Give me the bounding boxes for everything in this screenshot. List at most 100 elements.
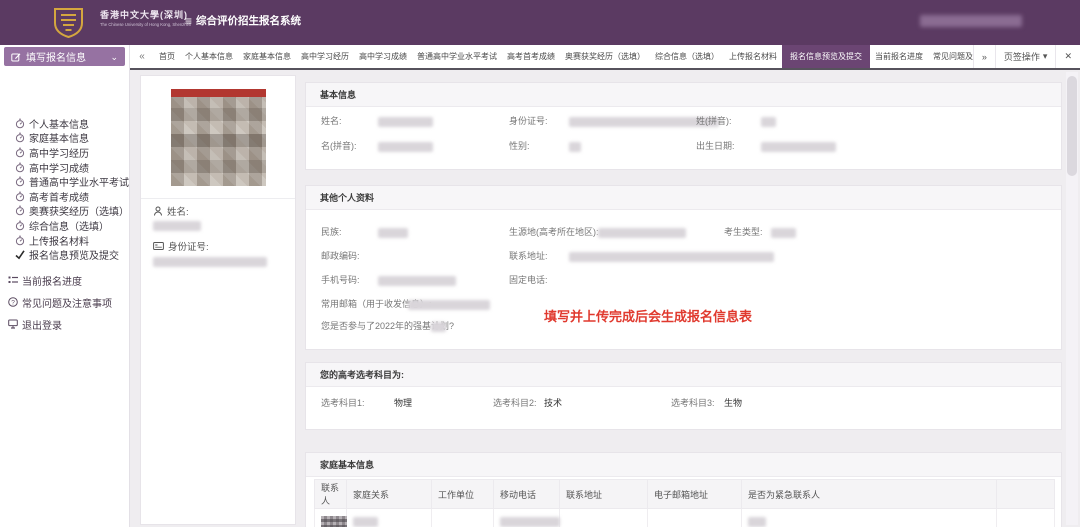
pending-clock-icon: [15, 220, 25, 231]
chevron-down-icon: ⌄: [110, 53, 118, 61]
tab[interactable]: 家庭基本信息: [238, 45, 296, 68]
tabs-scroll-right-icon[interactable]: »: [973, 45, 995, 68]
sidebar-item-label: 高考首考成绩: [29, 189, 89, 204]
question-circle-icon: ?: [8, 297, 18, 307]
field-subject-3: 选考科目3:生物: [671, 397, 715, 409]
sidebar-item[interactable]: 综合信息（选填）: [0, 218, 129, 233]
sidebar-item[interactable]: 个人基本信息: [0, 116, 129, 131]
pending-clock-icon: [15, 162, 25, 173]
sidebar-item[interactable]: 普通高中学业水平考试: [0, 174, 129, 189]
tab[interactable]: 奥赛获奖经历（选填）: [560, 45, 650, 68]
pending-clock-icon: [15, 118, 25, 129]
sidebar-item[interactable]: 上传报名材料: [0, 233, 129, 248]
sidebar-item-progress[interactable]: 当前报名进度: [0, 269, 129, 291]
tab[interactable]: 上传报名材料: [724, 45, 782, 68]
tab-bar-controls: » 页签操作 ▾ ✕: [973, 45, 1080, 68]
field-subject-2: 选考科目2:技术: [493, 397, 537, 409]
sidebar-item[interactable]: 高中学习成绩: [0, 160, 129, 175]
section-title: 其他个人资料: [306, 186, 1061, 210]
scrollbar-thumb[interactable]: [1067, 76, 1077, 176]
sidebar-item-label: 退出登录: [22, 317, 62, 332]
field-value-redacted: [378, 226, 408, 238]
field-label: 固定电话:: [509, 275, 548, 285]
pending-clock-icon: [15, 235, 25, 246]
family-info-card: 家庭基本信息 联系人 家庭关系 工作单位 移动电话 联系地址 电子邮箱地址 是否…: [305, 452, 1062, 527]
pending-clock-icon: [15, 147, 25, 158]
cell-contact-name-redacted: [315, 509, 347, 527]
sidebar-item[interactable]: 奥赛获奖经历（选填）: [0, 204, 129, 219]
field-origin: 生源地(高考所在地区):: [509, 226, 599, 238]
column-header: 电子邮箱地址: [648, 480, 742, 509]
field-value-redacted: [569, 140, 581, 152]
tabs-scroll-left-icon[interactable]: «: [130, 45, 154, 68]
tab[interactable]: 普通高中学业水平考试: [412, 45, 502, 68]
field-label: 姓名:: [321, 116, 342, 126]
tab-active[interactable]: 报名信息预览及提交: [782, 45, 870, 68]
sidebar-item-label: 个人基本信息: [29, 116, 89, 131]
field-label: 身份证号:: [509, 116, 548, 126]
profile-id-label-row: 身份证号:: [153, 239, 209, 253]
sidebar-group-label: 填写报名信息: [26, 49, 110, 64]
tab[interactable]: 综合信息（选填）: [650, 45, 724, 68]
field-subject-1: 选考科目1:物理: [321, 397, 365, 409]
family-table-header-row: 联系人 家庭关系 工作单位 移动电话 联系地址 电子邮箱地址 是否为紧急联系人: [315, 480, 1055, 509]
field-address: 联系地址:: [509, 250, 548, 262]
cell-extra: [997, 509, 1055, 527]
redacted-text: [321, 516, 347, 527]
pending-clock-icon: [15, 132, 25, 143]
field-value-redacted: [378, 115, 433, 127]
tab[interactable]: 个人基本信息: [180, 45, 238, 68]
column-header: 是否为紧急联系人: [742, 480, 997, 509]
sidebar-item-label: 高中学习经历: [29, 145, 89, 160]
field-postal-code: 邮政编码:: [321, 250, 360, 262]
field-value-redacted: [408, 298, 490, 310]
field-label: 性别:: [509, 141, 530, 151]
sidebar-item-faq[interactable]: ? 常见问题及注意事项: [0, 291, 129, 313]
tab[interactable]: 高中学习成绩: [354, 45, 412, 68]
field-label: 名(拼音):: [321, 141, 357, 151]
redacted-text: [748, 517, 766, 527]
sidebar-item-label: 常见问题及注意事项: [22, 295, 112, 310]
field-label: 考生类型:: [724, 227, 763, 237]
tab[interactable]: 当前报名进度: [870, 45, 928, 68]
sidebar-group-fill-application[interactable]: 填写报名信息 ⌄: [4, 47, 125, 66]
refresh-close-icon[interactable]: ✕: [1055, 45, 1080, 68]
field-label: 选考科目3:: [671, 398, 715, 408]
university-name-zh: 香港中文大學(深圳): [100, 9, 191, 21]
university-name-en: The Chinese University of Hong Kong, She…: [100, 21, 191, 28]
progress-list-icon: [8, 275, 18, 285]
field-value-redacted: [771, 226, 796, 238]
field-value-redacted: [431, 320, 446, 332]
menu-icon[interactable]: ≡: [185, 16, 192, 26]
top-header: 香港中文大學(深圳) The Chinese University of Hon…: [0, 0, 1080, 45]
field-gender: 性别:: [509, 140, 530, 152]
tab[interactable]: 高考首考成绩: [502, 45, 560, 68]
sidebar-item[interactable]: 高考首考成绩: [0, 189, 129, 204]
cell-mobile-redacted: [494, 509, 560, 527]
field-value-redacted: [378, 274, 456, 286]
logged-in-user-redacted[interactable]: [920, 15, 1022, 27]
profile-id-label: 身份证号:: [168, 239, 209, 253]
id-card-icon: [153, 241, 164, 251]
sidebar-item[interactable]: 高中学习经历: [0, 145, 129, 160]
field-label: 生源地(高考所在地区):: [509, 227, 599, 237]
field-label: 选考科目2:: [493, 398, 537, 408]
pending-clock-icon: [15, 191, 25, 202]
sidebar-item-logout[interactable]: 退出登录: [0, 313, 129, 335]
sidebar-item-current[interactable]: 报名信息预览及提交: [0, 247, 129, 262]
field-value: 生物: [724, 397, 742, 409]
field-candidate-type: 考生类型:: [724, 226, 763, 238]
column-header: 工作单位: [432, 480, 494, 509]
section-title: 家庭基本信息: [306, 453, 1061, 477]
tab-operations-dropdown[interactable]: 页签操作 ▾: [995, 45, 1056, 68]
field-landline: 固定电话:: [509, 274, 548, 286]
sidebar-item-label: 普通高中学业水平考试: [29, 174, 129, 189]
cuhk-shenzhen-logo-icon: [52, 7, 85, 39]
sidebar-item[interactable]: 家庭基本信息: [0, 131, 129, 146]
tab[interactable]: 高中学习经历: [296, 45, 354, 68]
column-header-empty: [997, 480, 1055, 509]
sidebar-item-label: 奥赛获奖经历（选填）: [29, 203, 129, 218]
tab[interactable]: 首页: [154, 45, 180, 68]
gaokao-subjects-card: 您的高考选考科目为: 选考科目1:物理 选考科目2:技术 选考科目3:生物: [305, 362, 1062, 430]
profile-name-value-redacted: [153, 221, 201, 231]
